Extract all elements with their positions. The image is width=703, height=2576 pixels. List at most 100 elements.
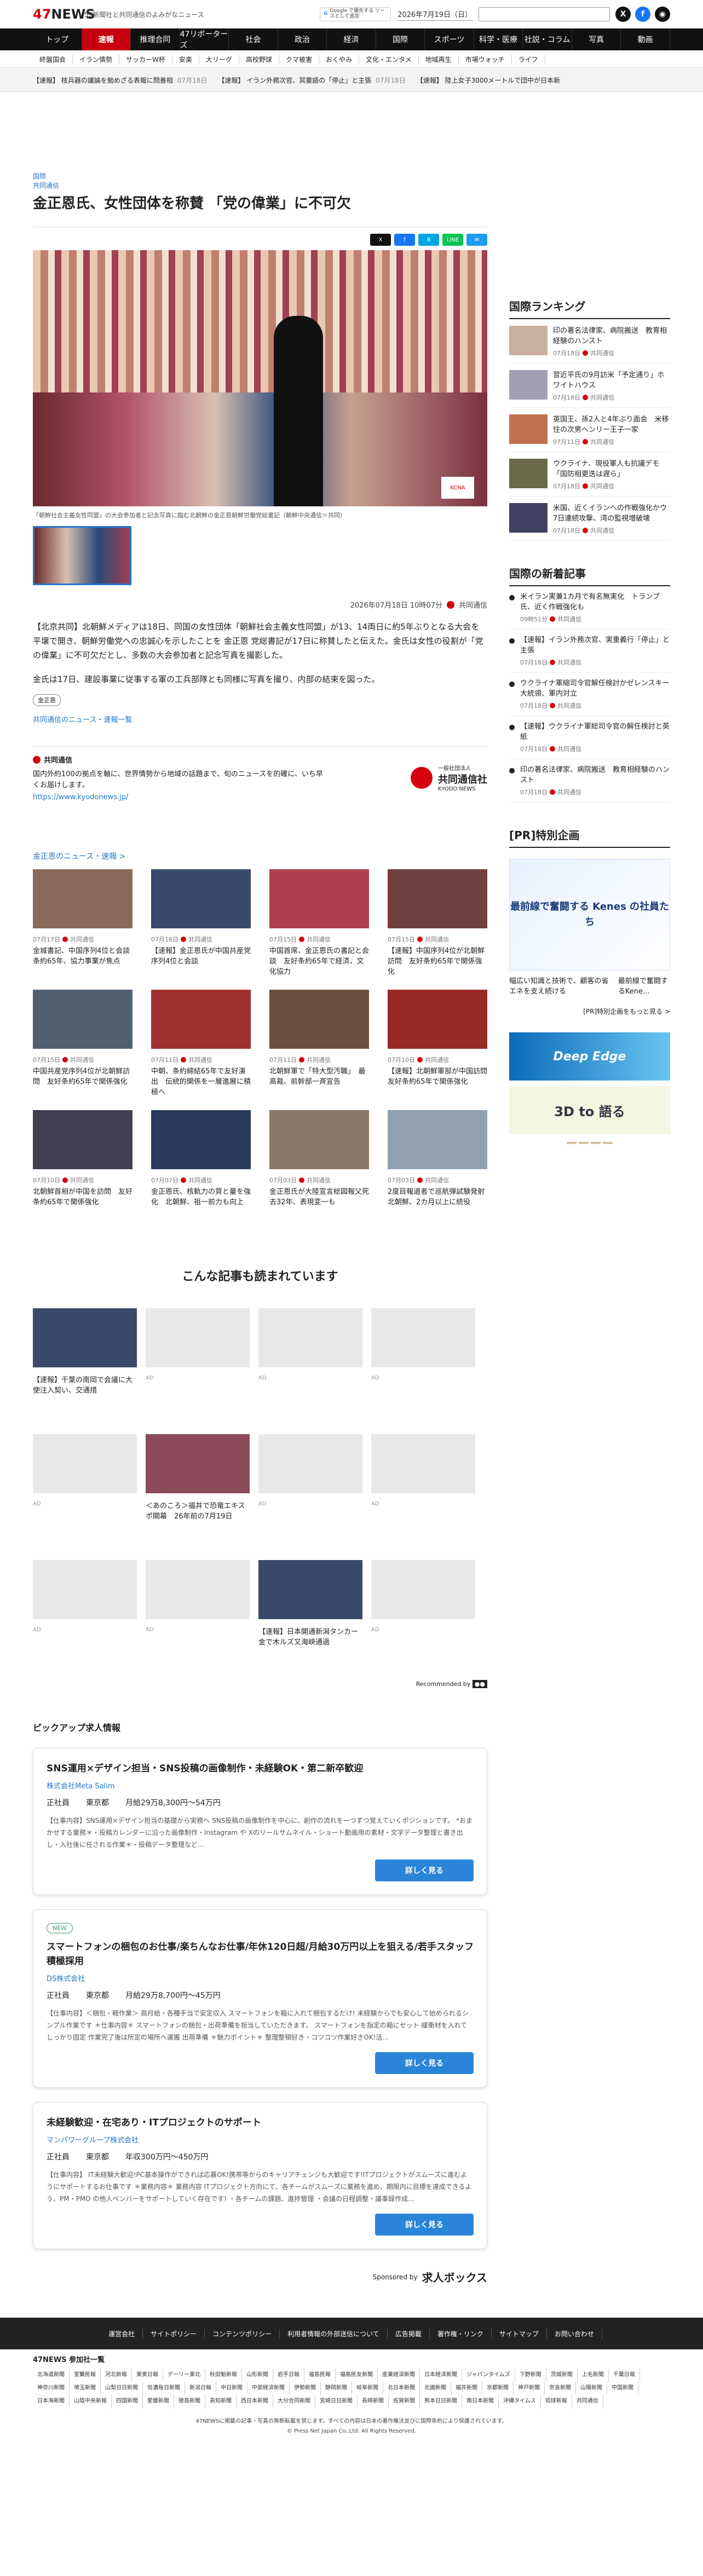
related-title[interactable]: 【速報】金正恩氏が中国共産党序列4位と会談 [151, 946, 251, 977]
related-title[interactable]: 北朝鮮首相が中国を訪問 友好条約65年で関係強化 [33, 1187, 132, 1217]
also-read-card[interactable]: AD [146, 1308, 250, 1418]
details-button[interactable]: 詳しく見る [375, 2052, 474, 2074]
also-read-thumbnail[interactable] [33, 1434, 137, 1493]
related-thumbnail[interactable] [269, 869, 369, 928]
member-paper-link[interactable]: 山形新聞 [242, 2369, 273, 2382]
member-paper-link[interactable]: 徳島新聞 [174, 2395, 205, 2408]
ranking-thumbnail[interactable] [509, 503, 548, 533]
pr-more-link[interactable]: [PR]特別企画をもっと見る > [509, 1007, 670, 1016]
related-card[interactable]: 07月11日 共同通信 中朝、条約締結65年で友好演出 伝統的関係を一層進展に積極へ [151, 990, 251, 1097]
member-paper-link[interactable]: 埼玉新聞 [70, 2382, 101, 2395]
related-title[interactable]: 金正恩氏が大陸宣言総図報父死去32年、表現変一も [269, 1187, 369, 1217]
ranking-title[interactable]: ウクライナ、現役軍人も抗議デモ「国防相更迭は遅ら」 [553, 459, 670, 480]
member-paper-link[interactable]: 神奈川新聞 [33, 2382, 70, 2395]
member-paper-link[interactable]: 沖縄タイムス [499, 2395, 541, 2408]
related-thumbnail[interactable] [151, 1110, 251, 1169]
logo[interactable]: 47 NEWS 52新聞社と共同通信のよみがなニュース [33, 6, 204, 22]
newest-item[interactable]: ウクライナ軍縮司令官解任検討かゼレンスキー大統領、軍内対立 07月18日 共同通信 [509, 678, 670, 716]
newest-item[interactable]: 印の著名法律家、病院搬送 教育相経験のハンスト 07月18日 共同通信 [509, 765, 670, 802]
details-button[interactable]: 詳しく見る [375, 1859, 474, 1881]
ranking-item[interactable]: ウクライナ、現役軍人も抗議デモ「国防相更迭は遅ら」 07月18日 共同通信 [509, 459, 670, 496]
footer-link[interactable]: コンテンツポリシー [205, 2329, 280, 2338]
newest-title[interactable]: 【速報】ウクライナ軍総司令官の解任検討と英紙 [520, 721, 670, 742]
also-read-card[interactable]: 【速報】日本開通新潟タンカー金で木ルズ又海峡通過 [258, 1560, 362, 1670]
also-read-thumbnail[interactable] [371, 1308, 475, 1367]
subnav-item[interactable]: 市場ウォッチ [459, 54, 512, 64]
ranking-title[interactable]: 米国、近くイランへの作戦強化かウ7日連続攻撃、湾の監視増破壊 [553, 503, 670, 524]
ranking-title[interactable]: 英国王、孫2人と4年ぶり面会 米移住の次男ヘンリー王子一家 [553, 414, 670, 435]
also-read-thumbnail[interactable] [33, 1560, 137, 1619]
related-title[interactable]: 中朝、条約締結65年で友好演出 伝統的関係を一層進展に積極へ [151, 1066, 251, 1097]
job-card[interactable]: NEW スマートフォンの梱包のお仕事/楽ちんなお仕事/年休120日超/月給30万円… [33, 1909, 487, 2088]
related-thumbnail[interactable] [388, 869, 487, 928]
member-paper-link[interactable]: 山陽新聞 [576, 2382, 607, 2395]
subnav-item[interactable]: イラン情勢 [73, 54, 120, 64]
ticker-item[interactable]: 【速報】 陸上女子3000メートルで団中が日本新 [417, 76, 564, 85]
member-paper-link[interactable]: 北日本新聞 [383, 2382, 420, 2395]
related-card[interactable]: 07月17日 共同通信 金城書記、中国序列4位と会談 条約65年、協力事業が焦点 [33, 869, 132, 977]
member-paper-link[interactable]: 福島民報 [304, 2369, 336, 2382]
related-thumbnail[interactable] [33, 1110, 132, 1169]
member-paper-link[interactable]: 岩手日報 [273, 2369, 304, 2382]
nav-item[interactable]: トップ [33, 28, 82, 50]
subnav-item[interactable]: 文化・エンタメ [359, 54, 419, 64]
related-title[interactable]: 中国首席、金正恩氏の書記と会談 友好条約65年で経済、文化協力 [269, 946, 369, 977]
member-paper-link[interactable]: 福島民友新聞 [336, 2369, 378, 2382]
footer-link[interactable]: サイトマップ [492, 2329, 547, 2338]
newest-title[interactable]: 【速報】イラン外務次官、実重義行「停止」と主張 [520, 635, 670, 656]
facebook-icon[interactable]: f [635, 7, 650, 22]
also-read-card[interactable]: AD [33, 1434, 137, 1544]
member-paper-link[interactable]: 千葉日報 [609, 2369, 640, 2382]
also-read-card[interactable]: AD [146, 1560, 250, 1670]
also-read-thumbnail[interactable] [371, 1560, 475, 1619]
related-title[interactable]: 【速報】中国序列4位が北朝鮮訪問 友好条約65年で関係強化 [388, 946, 487, 977]
member-paper-link[interactable]: 室蘭民報 [70, 2369, 101, 2382]
sidebar-ad-2[interactable]: 3D to 語る [509, 1086, 670, 1134]
member-paper-link[interactable]: 佐賀新聞 [389, 2395, 420, 2408]
member-paper-link[interactable]: 下野新聞 [515, 2369, 546, 2382]
related-news-heading[interactable]: 金正恩のニュース・速報 > [33, 851, 487, 865]
member-paper-link[interactable]: 新潟日報 [185, 2382, 216, 2395]
ranking-item[interactable]: 米国、近くイランへの作戦強化かウ7日連続攻撃、湾の監視増破壊 07月18日 共同通信 [509, 503, 670, 541]
member-paper-link[interactable]: 伊勢新聞 [290, 2382, 321, 2395]
member-paper-link[interactable]: 山梨日日新聞 [101, 2382, 143, 2395]
also-read-card[interactable]: AD [371, 1308, 475, 1418]
member-paper-link[interactable]: 北海道新聞 [33, 2369, 70, 2382]
subnav-item[interactable]: 地域再生 [419, 54, 459, 64]
related-thumbnail[interactable] [33, 869, 132, 928]
member-paper-link[interactable]: 長崎新聞 [358, 2395, 389, 2408]
related-card[interactable]: 07月10日 共同通信 北朝鮮首相が中国を訪問 友好条約65年で関係強化 [33, 1110, 132, 1217]
member-paper-link[interactable]: 秋田魁新報 [205, 2369, 242, 2382]
related-card[interactable]: 07月11日 共同通信 北朝鮮軍で「特大型汚職」 最高裁、前幹部一斉宣告 [269, 990, 369, 1097]
job-title[interactable]: 未経験歓迎・在宅あり・ITプロジェクトのサポート [47, 2116, 474, 2130]
nav-item[interactable]: 科学・医療 [474, 28, 523, 50]
search-input[interactable] [479, 7, 610, 21]
related-title[interactable]: 金正恩氏、核軌力の質と量を強化 北朝鮮、祖一前力も向上 [151, 1187, 251, 1217]
footer-link[interactable]: 著作権・リンク [430, 2329, 492, 2338]
related-card[interactable]: 07月15日 共同通信 【速報】中国序列4位が北朝鮮訪問 友好条約65年で関係強化 [388, 869, 487, 977]
nav-item[interactable]: 政治 [278, 28, 327, 50]
subnav-item[interactable]: おくやみ [319, 54, 359, 64]
job-company[interactable]: 株式会社Meta Salim [47, 1780, 474, 1791]
newest-title[interactable]: 印の著名法律家、病院搬送 教育相経験のハンスト [520, 765, 670, 785]
newest-item[interactable]: 【速報】ウクライナ軍総司令官の解任検討と英紙 07月18日 共同通信 [509, 721, 670, 759]
share-line-button[interactable]: LINE [442, 234, 463, 246]
footer-link[interactable]: 利用者情報の外部送信について [280, 2329, 388, 2338]
related-card[interactable]: 07月03日 共同通信 金正恩氏が大陸宣言総図報父死去32年、表現変一も [269, 1110, 369, 1217]
nav-item[interactable]: 写真 [572, 28, 621, 50]
subnav-item[interactable]: 安楽 [172, 54, 199, 64]
pr-slide[interactable]: 最前線で奮闘する Kenes の社員たち [509, 859, 670, 971]
share-hatena-button[interactable]: B [418, 234, 439, 246]
member-paper-link[interactable]: 福井新聞 [451, 2382, 482, 2395]
footer-link[interactable]: 運営会社 [101, 2329, 143, 2338]
also-read-thumbnail[interactable] [146, 1434, 250, 1493]
job-company[interactable]: DS株式会社 [47, 1973, 474, 1983]
pr-caption[interactable]: 最前線で奮闘するKene... [618, 976, 670, 997]
related-title[interactable]: 【速報】北朝鮮軍部が中国訪問 友好条約65年で関係強化 [388, 1066, 487, 1097]
photo-thumbnail[interactable] [33, 526, 131, 585]
ranking-title[interactable]: 印の著名法律家、病院搬送 教育相経験のハンスト [553, 326, 670, 346]
nav-item[interactable]: 速報 [82, 28, 131, 50]
also-read-card[interactable]: AD [371, 1434, 475, 1544]
related-card[interactable]: 07月15日 共同通信 中国共産党序列4位が北朝鮮訪問 友好条約65年で関係強化 [33, 990, 132, 1097]
ranking-thumbnail[interactable] [509, 459, 548, 488]
